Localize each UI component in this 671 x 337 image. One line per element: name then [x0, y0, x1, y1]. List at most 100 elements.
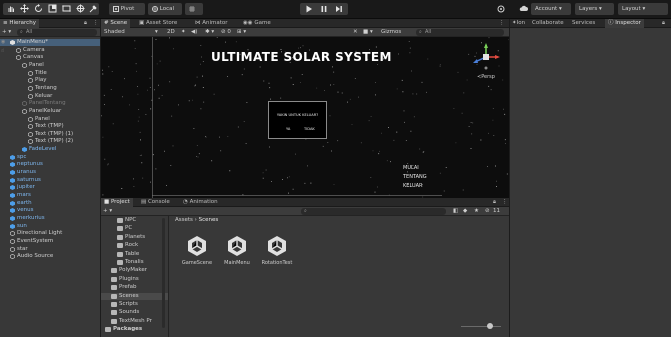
breadcrumb-scenes[interactable]: Scenes — [199, 217, 219, 223]
folder-item[interactable]: Prefab — [101, 284, 168, 291]
scene-search-input[interactable]: ⌕ All — [416, 29, 504, 36]
folder-item[interactable]: Rock — [101, 242, 168, 249]
visibility-icon[interactable]: ◉ — [1, 39, 5, 45]
scale-icon[interactable] — [48, 4, 57, 13]
hierarchy-item[interactable]: FadeLevel — [0, 146, 100, 153]
folder-item[interactable]: PC — [101, 225, 168, 232]
step-icon[interactable] — [335, 5, 343, 13]
hierarchy-item[interactable]: Text (TMP) — [0, 123, 100, 130]
hierarchy-item[interactable]: Canvas — [0, 54, 100, 61]
tab-game[interactable]: ◉◉ Game — [243, 19, 271, 28]
hierarchy-item[interactable]: Text (TMP) (1) — [0, 131, 100, 138]
folder-item[interactable]: Scripts — [101, 301, 168, 308]
yes-button[interactable]: YA — [286, 127, 290, 131]
collab-icon[interactable] — [497, 5, 505, 13]
hand-icon[interactable] — [7, 5, 15, 13]
add-icon[interactable]: + ▾ — [2, 28, 11, 37]
hierarchy-search-input[interactable]: ⌕ All — [17, 29, 97, 36]
lock-icon[interactable]: 🔒︎ — [493, 198, 496, 207]
hierarchy-item[interactable]: Directional Light — [0, 230, 100, 237]
folder-item[interactable]: Plugins — [101, 276, 168, 283]
hidden-packages-icon[interactable]: ⊘ — [485, 207, 490, 216]
shading-mode-dropdown[interactable]: Shaded — [104, 28, 125, 37]
transform-icon[interactable] — [76, 4, 85, 13]
hierarchy-item[interactable]: Panel — [0, 62, 100, 69]
hierarchy-item[interactable]: Keluar — [0, 93, 100, 100]
filter-label-icon[interactable]: ◆ — [463, 207, 467, 216]
quit-button[interactable]: KELUAR — [403, 182, 427, 191]
account-dropdown[interactable]: Account ▾ — [531, 3, 571, 15]
tab-lighting[interactable]: ✦Ion — [512, 19, 525, 28]
hierarchy-item[interactable]: MainMenu* — [0, 39, 100, 46]
tab-project[interactable]: ■ Project — [101, 198, 133, 207]
tab-scene[interactable]: # Scene — [101, 19, 131, 28]
gizmos-dropdown[interactable]: Gizmos — [381, 28, 401, 37]
tree-scrollbar[interactable] — [162, 218, 165, 328]
folder-item[interactable]: Sounds — [101, 309, 168, 316]
more-options-icon[interactable]: ⋮ — [499, 19, 505, 28]
tools-icon[interactable]: ✕ — [353, 28, 358, 37]
perspective-label[interactable]: ≺Persp — [477, 74, 495, 80]
icon-size-slider[interactable] — [461, 326, 501, 327]
chevron-down-icon[interactable]: ▾ — [155, 28, 158, 37]
layers-dropdown[interactable]: Layers ▾ — [575, 3, 614, 15]
favorite-icon[interactable]: ★ — [474, 207, 479, 216]
hierarchy-item[interactable]: uranus — [0, 169, 100, 176]
grid-icon[interactable]: ⊞ ▾ — [237, 28, 246, 37]
hierarchy-item[interactable]: neptunus — [0, 161, 100, 168]
no-button[interactable]: TIDAK — [304, 127, 315, 131]
lock-icon[interactable]: 🔒︎ — [84, 19, 87, 28]
hierarchy-item[interactable]: merkurius — [0, 215, 100, 222]
folder-item[interactable]: Tonalis — [101, 259, 168, 266]
tab-collaborate[interactable]: Collaborate — [532, 19, 564, 28]
tab-console[interactable]: ▤ Console — [141, 198, 170, 207]
lighting-icon[interactable]: ✦ — [181, 28, 186, 37]
local-toggle[interactable]: Local — [148, 3, 182, 15]
tab-animator[interactable]: ⋈ Animator — [195, 19, 228, 28]
hierarchy-item[interactable]: sun — [0, 223, 100, 230]
effects-icon[interactable]: ✱ ▾ — [205, 28, 214, 37]
hierarchy-item[interactable]: Tentang — [0, 85, 100, 92]
about-button[interactable]: TENTANG — [403, 173, 427, 182]
pivot-toggle[interactable]: Pivot — [109, 3, 145, 15]
more-options-icon[interactable]: ⋮ — [93, 19, 99, 28]
hierarchy-item[interactable]: jupiter — [0, 184, 100, 191]
hierarchy-item[interactable]: Play — [0, 77, 100, 84]
hierarchy-item[interactable]: spc — [0, 154, 100, 161]
start-button[interactable]: MULAI — [403, 164, 427, 173]
folder-item[interactable]: Packages — [101, 326, 168, 333]
tab-inspector[interactable]: ⓘ Inspector — [605, 19, 644, 28]
rect-icon[interactable] — [62, 4, 71, 13]
hierarchy-item[interactable]: earth — [0, 200, 100, 207]
breadcrumb-assets[interactable]: Assets — [175, 217, 193, 223]
hierarchy-item[interactable]: Text (TMP) (2) — [0, 138, 100, 145]
hierarchy-item[interactable]: Title — [0, 70, 100, 77]
rotate-icon[interactable] — [34, 4, 43, 13]
tab-asset-store[interactable]: ▣ Asset Store — [139, 19, 177, 28]
scene-gizmo[interactable]: ≺Persp — [471, 42, 501, 84]
folder-item[interactable]: Scenes — [101, 292, 168, 300]
hierarchy-item[interactable]: Panel — [0, 116, 100, 123]
cloud-icon[interactable] — [519, 5, 528, 12]
filter-type-icon[interactable]: ◧ — [453, 207, 458, 216]
folder-item[interactable]: Planets — [101, 234, 168, 241]
hierarchy-item[interactable]: EventSystem — [0, 238, 100, 245]
tab-animation[interactable]: ◔ Animation — [183, 198, 218, 207]
layout-dropdown[interactable]: Layout ▾ — [618, 3, 668, 15]
asset-rotationtest[interactable]: RotationTest — [253, 234, 301, 266]
lock-icon[interactable]: 🔒︎ — [662, 19, 665, 28]
tab-services[interactable]: Services — [572, 19, 595, 28]
hierarchy-item[interactable]: Camera — [0, 47, 100, 54]
hierarchy-item[interactable]: PanelTentang — [0, 100, 100, 107]
custom-tool-icon[interactable] — [89, 4, 98, 13]
hierarchy-item[interactable]: saturnus — [0, 177, 100, 184]
hierarchy-item[interactable]: star — [0, 246, 100, 253]
folder-item[interactable]: TextMesh Pr — [101, 318, 168, 325]
folder-item[interactable]: NPC — [101, 217, 168, 224]
scene-viewport[interactable]: ULTIMATE SOLAR SYSTEM YAKIN UNTUK KELUAR… — [101, 37, 509, 198]
tab-hierarchy[interactable]: ≡ Hierarchy — [0, 19, 39, 28]
create-asset-button[interactable]: + ▾ — [103, 207, 112, 216]
project-search-input[interactable]: ⌕ — [301, 208, 446, 215]
icon-size-slider-handle[interactable] — [487, 323, 493, 329]
folder-item[interactable]: PolyMaker — [101, 267, 168, 274]
